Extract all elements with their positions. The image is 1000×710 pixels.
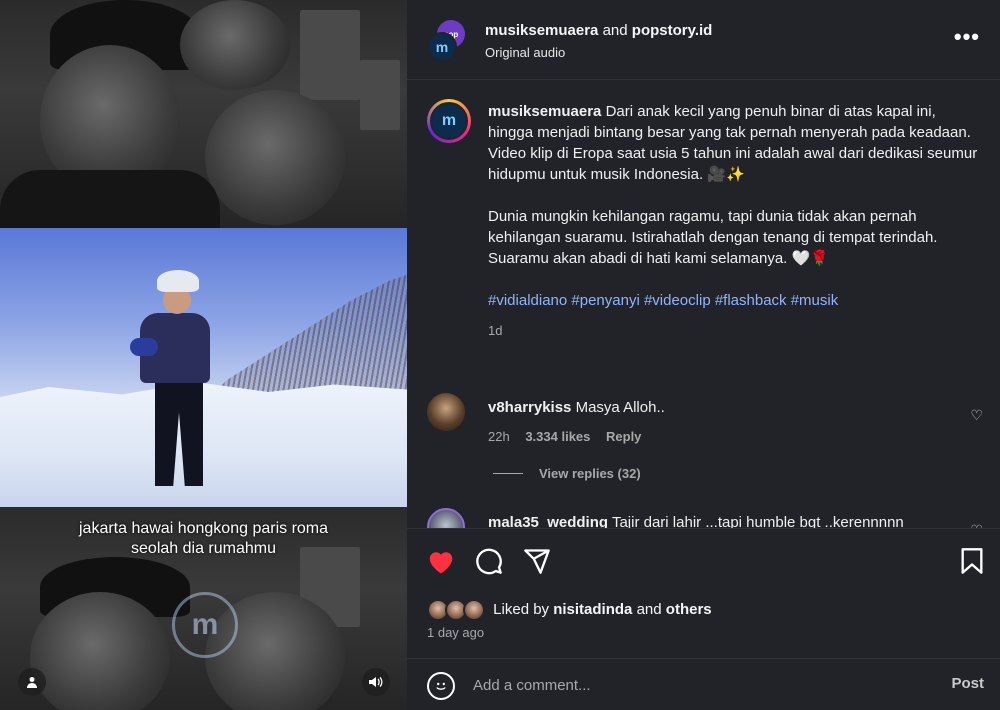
bookmark-icon[interactable]: [960, 547, 984, 581]
comment-time: 22h: [488, 429, 510, 444]
reply-button[interactable]: Reply: [606, 429, 641, 444]
video-frame-snow: [0, 228, 407, 507]
emoji-icon[interactable]: [427, 672, 455, 700]
liked-by-user[interactable]: nisitadinda: [553, 601, 632, 618]
heart-filled-icon[interactable]: [426, 547, 456, 581]
heart-outline-icon[interactable]: ♡: [970, 407, 983, 424]
video-frame-top: [0, 0, 407, 228]
background-window: [300, 10, 360, 100]
comment-likes[interactable]: 3.334 likes: [525, 429, 590, 444]
comment-body: Tajir dari lahir ...tapi humble bgt ..ke…: [611, 514, 904, 528]
audio-link[interactable]: Original audio: [485, 45, 565, 60]
reel-video[interactable]: jakarta hawai hongkong paris roma seolah…: [0, 0, 407, 710]
comment-text: mala35_wedding Tajir dari lahir ...tapi …: [488, 514, 904, 528]
comments-scroll[interactable]: m musiksemuaera Dari anak kecil yang pen…: [407, 81, 1000, 528]
view-replies-button[interactable]: View replies (32): [493, 466, 641, 481]
watermark-glyph: m: [191, 608, 219, 641]
liked-by-and: and: [636, 600, 662, 618]
caption-time: 1d: [488, 323, 503, 338]
caption-paragraph: Dunia mungkin kehilangan ragamu, tapi du…: [488, 208, 938, 267]
speaker-icon[interactable]: [362, 668, 390, 696]
child-hat: [157, 270, 199, 292]
commenter-avatar[interactable]: [427, 508, 465, 528]
liker-avatars[interactable]: [427, 599, 489, 621]
post-actions: Liked by nisitadinda and others 1 day ag…: [407, 528, 1000, 658]
comment-input[interactable]: [473, 669, 913, 701]
share-icon[interactable]: [523, 547, 551, 581]
subtitle-line: jakarta hawai hongkong paris roma: [78, 520, 329, 537]
subtitle-line: seolah dia rumahmu: [131, 540, 276, 557]
liked-by-prefix: Liked by: [493, 600, 550, 618]
person-face: [30, 592, 170, 710]
add-comment-bar: Post: [407, 658, 1000, 710]
post-authors: musiksemuaera and popstory.id: [485, 22, 712, 39]
musiksemuaera-avatar[interactable]: m: [427, 32, 457, 62]
commenter-username[interactable]: mala35_wedding: [488, 514, 608, 528]
collaborator-link[interactable]: popstory.id: [632, 22, 713, 39]
person-face: [180, 0, 290, 90]
more-options-icon[interactable]: •••: [954, 24, 980, 50]
person-icon[interactable]: [18, 668, 46, 696]
caption-avatar[interactable]: m: [427, 99, 471, 143]
person-sweater: [0, 170, 220, 228]
video-subtitle: jakarta hawai hongkong paris roma seolah…: [0, 519, 407, 559]
liked-by-others[interactable]: others: [666, 601, 712, 618]
post-header: pop m musiksemuaera and popstory.id Orig…: [407, 0, 1000, 80]
author-link[interactable]: musiksemuaera: [485, 22, 598, 39]
snow-ground: [0, 382, 407, 507]
commenter-avatar[interactable]: [427, 393, 465, 431]
watermark-logo: m: [172, 592, 238, 658]
comment-text: v8harrykiss Masya Alloh..: [488, 399, 665, 416]
child-arm: [130, 338, 158, 356]
background-window: [360, 60, 400, 130]
post-panel: pop m musiksemuaera and popstory.id Orig…: [407, 0, 1000, 710]
comment-icon[interactable]: [475, 547, 503, 581]
caption-text: musiksemuaera Dari anak kecil yang penuh…: [488, 101, 978, 341]
and-text: and: [602, 22, 628, 39]
commenter-username[interactable]: v8harrykiss: [488, 399, 571, 416]
person-face: [205, 90, 345, 225]
post-date: 1 day ago: [427, 625, 485, 640]
liked-by: Liked by nisitadinda and others: [427, 599, 712, 621]
post-button[interactable]: Post: [951, 675, 984, 692]
collab-avatars[interactable]: pop m: [427, 20, 467, 62]
comment-meta: 22h 3.334 likes Reply: [488, 429, 653, 444]
comment-body: Masya Alloh..: [575, 399, 665, 416]
hashtags[interactable]: #vidialdiano #penyanyi #videoclip #flash…: [488, 290, 978, 311]
caption-author-link[interactable]: musiksemuaera: [488, 103, 601, 120]
